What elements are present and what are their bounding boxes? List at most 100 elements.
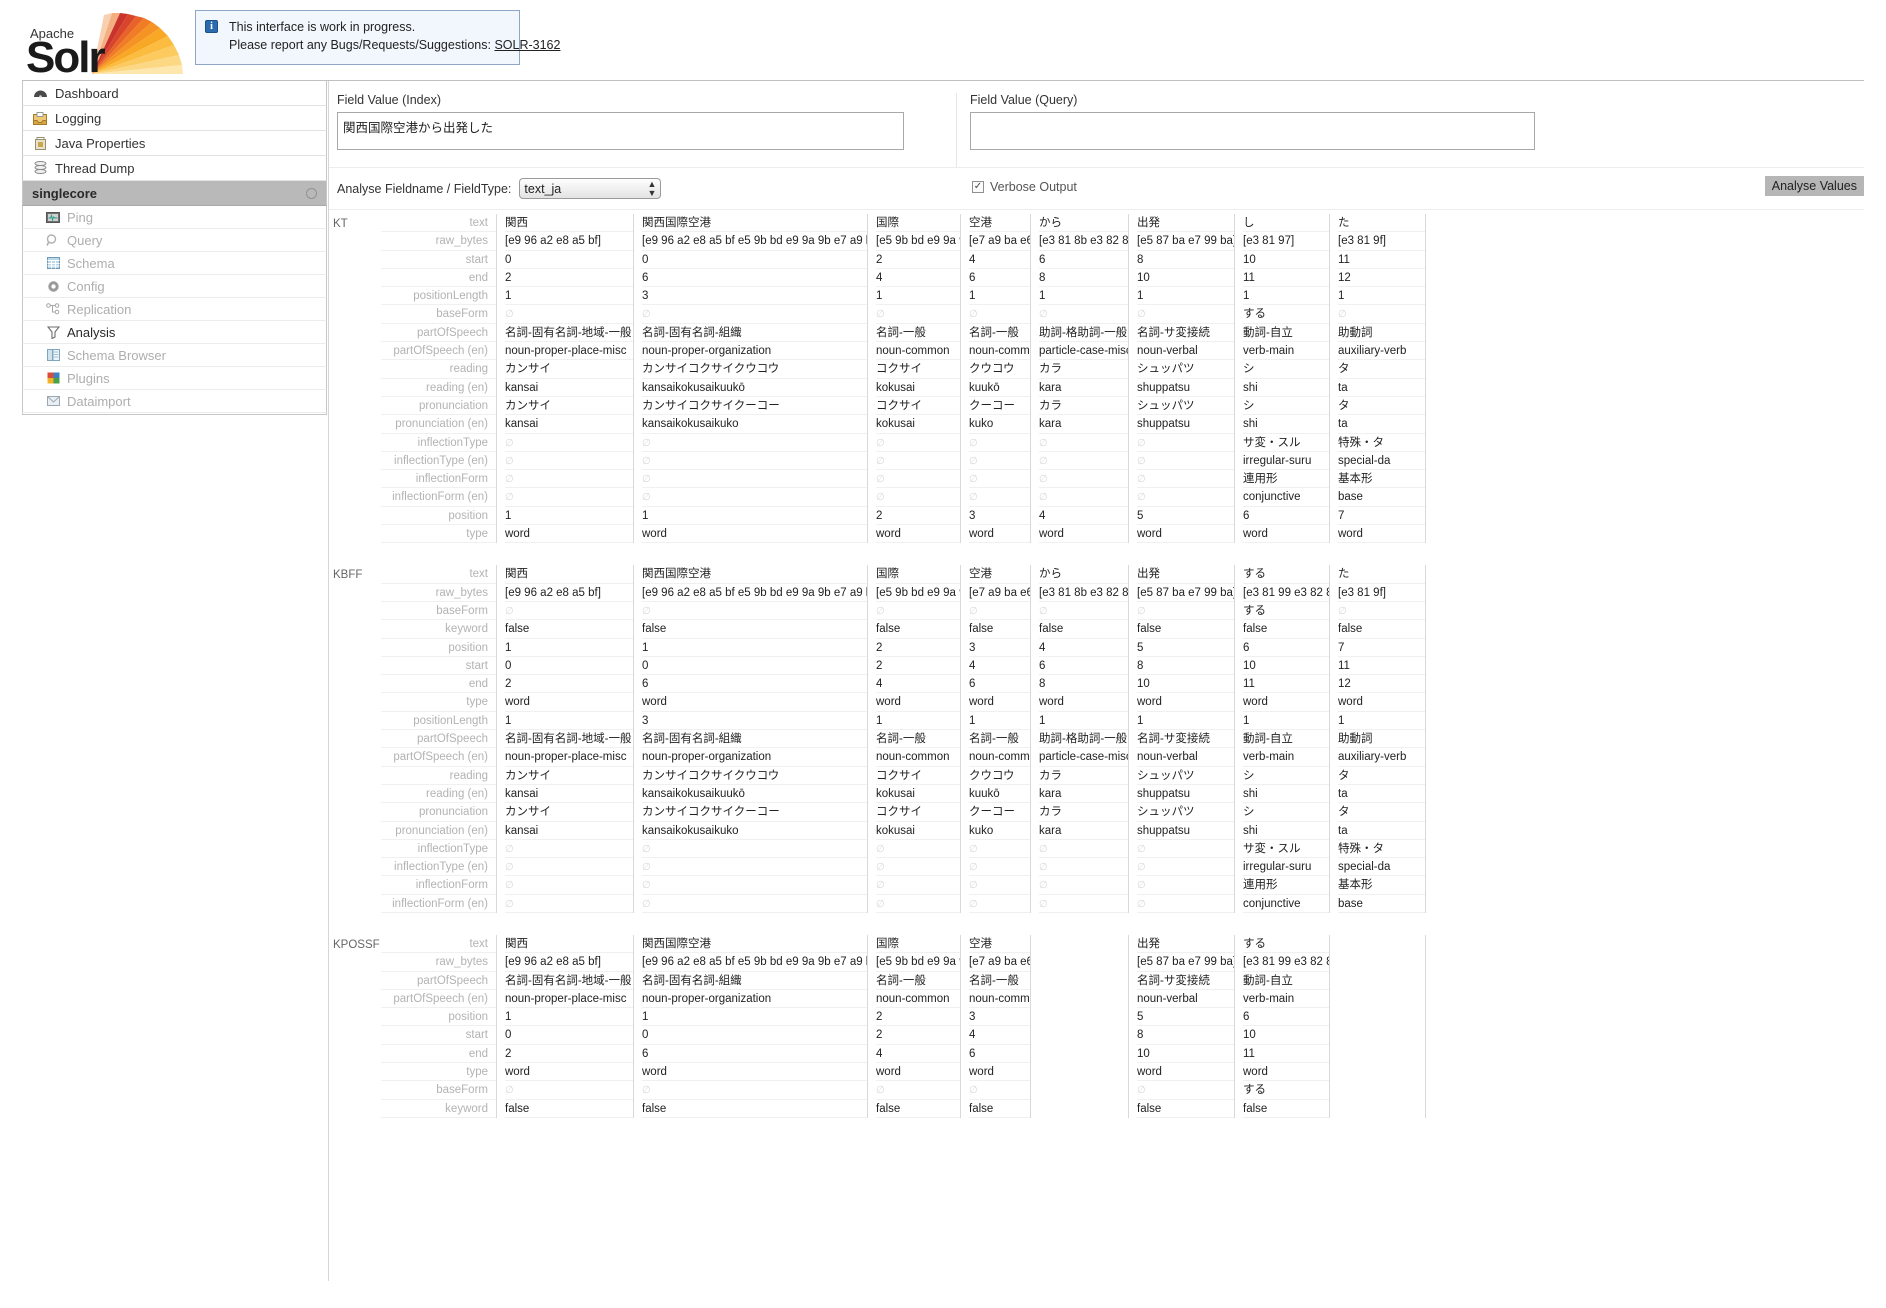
analyzer-block-spacer xyxy=(329,913,1864,931)
token-value xyxy=(876,858,960,877)
fieldtype-select[interactable]: text_ja ▲ ▼ xyxy=(519,178,662,199)
sidebar-item-label: Schema xyxy=(67,255,115,271)
collapse-icon[interactable] xyxy=(306,187,317,199)
token-value xyxy=(642,858,867,877)
sidebar-item-analysis[interactable]: Analysis xyxy=(22,321,327,344)
token-value xyxy=(1137,858,1234,877)
token-value: [e5 9b bd e9 9a 9b] xyxy=(876,584,960,602)
token-value: カンサイ xyxy=(505,360,633,379)
verbose-output-checkbox[interactable]: ✓ xyxy=(972,181,984,193)
token-value: false xyxy=(1243,620,1329,639)
token-value: シ xyxy=(1243,767,1329,785)
token-value: [e5 87 ba e7 99 ba] xyxy=(1137,584,1234,602)
token-value: クウコウ xyxy=(969,360,1030,379)
token-value xyxy=(1137,305,1234,324)
attribute-label: baseForm xyxy=(381,305,496,324)
token-value: word xyxy=(1137,693,1234,712)
token-value: 6 xyxy=(1243,507,1329,526)
token-value xyxy=(1137,602,1234,621)
token-value: word xyxy=(505,525,633,544)
token-value: conjunctive xyxy=(1243,895,1329,913)
token-value: 国際 xyxy=(876,214,960,233)
token-value: 4 xyxy=(969,657,1030,676)
token-value: 特殊・タ xyxy=(1338,840,1425,859)
sidebar-item-plugins[interactable]: Plugins xyxy=(22,367,327,390)
token-value xyxy=(1039,953,1128,971)
token-value: kuukō xyxy=(969,379,1030,397)
token-value: kuko xyxy=(969,415,1030,434)
token-value xyxy=(876,470,960,489)
token-value: particle-case-misc xyxy=(1039,748,1128,767)
sidebar-item-thread-dump[interactable]: Thread Dump xyxy=(22,156,327,181)
sidebar-item-dashboard[interactable]: Dashboard xyxy=(22,81,327,106)
token-value: 0 xyxy=(505,1026,633,1045)
sidebar-item-java-properties[interactable]: Java Properties xyxy=(22,131,327,156)
token-value: 名詞-一般 xyxy=(969,730,1030,749)
token-value: noun-verbal xyxy=(1137,342,1234,361)
token-value: 名詞-サ変接続 xyxy=(1137,972,1234,990)
token-value: word xyxy=(876,525,960,544)
sidebar-item-query[interactable]: Query xyxy=(22,229,327,252)
token-value: ta xyxy=(1338,415,1425,434)
token-value: word xyxy=(876,693,960,712)
token-value: [e3 81 8b e3 82 89] xyxy=(1039,232,1128,251)
token-value: 2 xyxy=(876,1026,960,1045)
attribute-label: start xyxy=(381,1026,496,1045)
attribute-label: inflectionForm (en) xyxy=(381,488,496,507)
token-value: シ xyxy=(1243,360,1329,379)
token-column: 出発 [e5 87 ba e7 99 ba] 名詞-サ変接続 noun-verbal 5… xyxy=(1129,934,1235,1118)
token-value: [e9 96 a2 e8 a5 bf] xyxy=(505,584,633,602)
token-value: 2 xyxy=(876,507,960,526)
app-header: Apache Solr i This interface is work in … xyxy=(0,0,1886,80)
token-column: する[e3 81 99 e3 82 8b]するfalse61011word1動詞… xyxy=(1235,565,1330,913)
token-value: 名詞-サ変接続 xyxy=(1137,324,1234,343)
token-value xyxy=(876,488,960,507)
thread-dump-icon xyxy=(32,161,48,176)
attribute-label: positionLength xyxy=(381,287,496,306)
token-value xyxy=(969,895,1030,913)
token-value: 1 xyxy=(876,712,960,731)
token-value xyxy=(969,1081,1030,1100)
token-value: kara xyxy=(1039,785,1128,804)
token-value: word xyxy=(1243,525,1329,544)
token-value xyxy=(1039,602,1128,621)
token-value: word xyxy=(969,525,1030,544)
sidebar-item-config[interactable]: Config xyxy=(22,275,327,298)
token-value: 1 xyxy=(969,287,1030,306)
token-value: noun-common xyxy=(969,342,1030,361)
attribute-label: text xyxy=(381,935,496,954)
sidebar-item-ping[interactable]: Ping xyxy=(22,206,327,229)
sidebar-item-logging[interactable]: Logging xyxy=(22,106,327,131)
solr-issue-link[interactable]: SOLR-3162 xyxy=(494,38,560,52)
token-column: 国際[e5 9b bd e9 9a 9b]名詞-一般noun-common224… xyxy=(868,934,961,1118)
solr-logo[interactable]: Apache Solr xyxy=(22,8,183,80)
sidebar-item-dataimport[interactable]: Dataimport xyxy=(22,390,327,413)
token-column: 関西[e9 96 a2 e8 a5 bf]false102word1名詞-固有名… xyxy=(497,565,634,913)
field-value-query-input[interactable] xyxy=(970,112,1535,150)
token-value: 名詞-固有名詞-地域-一般 xyxy=(505,324,633,343)
token-value: 10 xyxy=(1137,1045,1234,1064)
token-value: kansaikokusaikuko xyxy=(642,822,867,840)
sidebar-item-schema[interactable]: Schema xyxy=(22,252,327,275)
token-value: noun-common xyxy=(969,748,1030,767)
analyse-values-button[interactable]: Analyse Values xyxy=(1764,176,1864,196)
token-value: 2 xyxy=(876,657,960,676)
token-value: noun-proper-place-misc xyxy=(505,990,633,1009)
core-selector-singlecore[interactable]: singlecore xyxy=(22,181,327,206)
token-value: 助詞-格助詞-一般 xyxy=(1039,324,1128,343)
token-value: word xyxy=(1338,693,1425,712)
field-value-index-input[interactable] xyxy=(337,112,904,150)
token-value: verb-main xyxy=(1243,748,1329,767)
verbose-output-toggle[interactable]: ✓ Verbose Output xyxy=(972,180,1077,194)
token-value xyxy=(1338,305,1425,324)
token-value: 助詞-格助詞-一般 xyxy=(1039,730,1128,749)
token-value: noun-proper-place-misc xyxy=(505,342,633,361)
token-value xyxy=(969,452,1030,471)
token-value: false xyxy=(1039,620,1128,639)
token-value: [e3 81 99 e3 82 8b] xyxy=(1243,953,1329,972)
token-value: 1 xyxy=(1243,287,1329,306)
token-value: 関西 xyxy=(505,565,633,584)
sidebar-item-schema-browser[interactable]: Schema Browser xyxy=(22,344,327,367)
sidebar-item-replication[interactable]: Replication xyxy=(22,298,327,321)
chevron-updown-icon: ▲ ▼ xyxy=(647,179,657,198)
